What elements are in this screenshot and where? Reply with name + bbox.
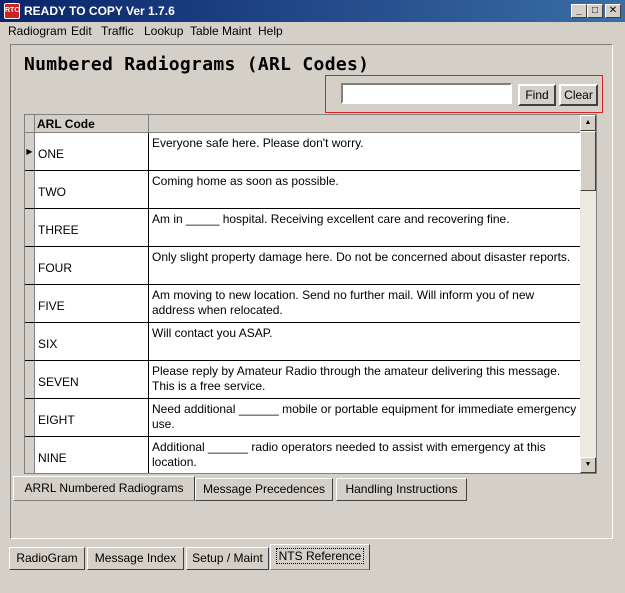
message-cell[interactable]: Will contact you ASAP. xyxy=(152,326,578,341)
menu-table-maint[interactable]: Table Maint xyxy=(190,24,251,38)
arl-code-cell[interactable]: THREE xyxy=(35,209,149,246)
menu-help[interactable]: Help xyxy=(258,24,283,38)
grid-header: ARL Code xyxy=(25,115,580,133)
message-cell[interactable]: Everyone safe here. Please don't worry. xyxy=(152,136,578,151)
tab-handling-instructions[interactable]: Handling Instructions xyxy=(336,478,467,501)
column-header-arl-code[interactable]: ARL Code xyxy=(35,115,149,133)
row-selector[interactable] xyxy=(25,247,35,284)
menu-edit[interactable]: Edit xyxy=(71,24,92,38)
tab-nts-reference-label: NTS Reference xyxy=(275,548,365,564)
row-selector[interactable] xyxy=(25,361,35,398)
tab-arrl-numbered-radiograms[interactable]: ARRL Numbered Radiograms xyxy=(13,476,195,501)
table-row[interactable]: EIGHT Need additional ______ mobile or p… xyxy=(25,399,580,437)
message-cell[interactable]: Additional ______ radio operators needed… xyxy=(152,440,578,470)
header-corner xyxy=(25,115,35,133)
table-row[interactable]: NINE Additional ______ radio operators n… xyxy=(25,437,580,473)
scrollbar-thumb[interactable] xyxy=(580,131,596,191)
close-button[interactable]: ✕ xyxy=(605,4,621,18)
arl-code-cell[interactable]: SIX xyxy=(35,323,149,360)
find-button[interactable]: Find xyxy=(518,84,556,106)
arl-code-cell[interactable]: SEVEN xyxy=(35,361,149,398)
row-selector[interactable] xyxy=(25,285,35,322)
tab-setup-maint[interactable]: Setup / Maint xyxy=(186,547,269,570)
tab-message-index[interactable]: Message Index xyxy=(87,547,184,570)
message-cell[interactable]: Coming home as soon as possible. xyxy=(152,174,578,189)
table-row[interactable]: THREE Am in _____ hospital. Receiving ex… xyxy=(25,209,580,247)
minimize-button[interactable]: _ xyxy=(571,4,587,18)
app-icon: RTC xyxy=(4,3,20,19)
message-cell[interactable]: Only slight property damage here. Do not… xyxy=(152,250,578,265)
tab-nts-reference[interactable]: NTS Reference xyxy=(270,544,370,570)
tab-message-precedences[interactable]: Message Precedences xyxy=(195,478,333,501)
scroll-down-arrow-icon[interactable]: ▼ xyxy=(580,457,596,473)
vertical-scrollbar[interactable]: ▲ ▼ xyxy=(580,115,596,473)
row-selector[interactable] xyxy=(25,209,35,246)
arl-code-cell[interactable]: FIVE xyxy=(35,285,149,322)
clear-button[interactable]: Clear xyxy=(559,84,598,106)
scroll-up-arrow-icon[interactable]: ▲ xyxy=(580,115,596,131)
maximize-button[interactable]: □ xyxy=(587,4,603,18)
table-row[interactable]: ▶ ONE Everyone safe here. Please don't w… xyxy=(25,133,580,171)
menu-bar: Radiogram Edit Traffic Lookup Table Main… xyxy=(0,22,625,41)
arl-code-cell[interactable]: EIGHT xyxy=(35,399,149,436)
message-cell[interactable]: Am in _____ hospital. Receiving excellen… xyxy=(152,212,578,227)
arl-code-cell[interactable]: FOUR xyxy=(35,247,149,284)
message-cell[interactable]: Need additional ______ mobile or portabl… xyxy=(152,402,578,432)
row-selector[interactable]: ▶ xyxy=(25,133,35,170)
arl-code-cell[interactable]: ONE xyxy=(35,133,149,170)
arl-code-cell[interactable]: NINE xyxy=(35,437,149,473)
menu-lookup[interactable]: Lookup xyxy=(144,24,183,38)
message-cell[interactable]: Please reply by Amateur Radio through th… xyxy=(152,364,578,394)
table-row[interactable]: TWO Coming home as soon as possible. xyxy=(25,171,580,209)
title-bar: RTC READY TO COPY Ver 1.7.6 _ □ ✕ xyxy=(0,0,625,22)
menu-traffic[interactable]: Traffic xyxy=(101,24,134,38)
column-header-message[interactable] xyxy=(149,115,580,133)
table-row[interactable]: SIX Will contact you ASAP. xyxy=(25,323,580,361)
page-title: Numbered Radiograms (ARL Codes) xyxy=(24,54,370,75)
arl-codes-grid: ARL Code ▶ ONE Everyone safe here. Pleas… xyxy=(24,114,597,474)
tab-radiogram[interactable]: RadioGram xyxy=(9,547,85,570)
row-selector[interactable] xyxy=(25,171,35,208)
arl-code-cell[interactable]: TWO xyxy=(35,171,149,208)
search-input[interactable] xyxy=(341,83,512,104)
menu-radiogram[interactable]: Radiogram xyxy=(8,24,67,38)
row-selector[interactable] xyxy=(25,437,35,473)
table-row[interactable]: FOUR Only slight property damage here. D… xyxy=(25,247,580,285)
message-cell[interactable]: Am moving to new location. Send no furth… xyxy=(152,288,578,318)
row-selector[interactable] xyxy=(25,399,35,436)
table-row[interactable]: FIVE Am moving to new location. Send no … xyxy=(25,285,580,323)
table-row[interactable]: SEVEN Please reply by Amateur Radio thro… xyxy=(25,361,580,399)
row-selector[interactable] xyxy=(25,323,35,360)
window-title: READY TO COPY Ver 1.7.6 xyxy=(24,4,175,18)
